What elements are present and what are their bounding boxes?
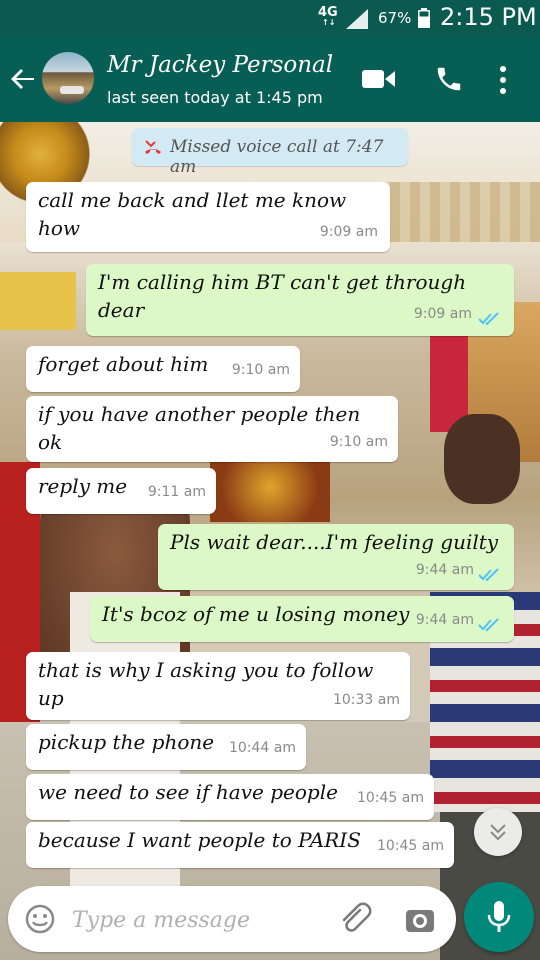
message-bubble-incoming[interactable]: pickup the phone 10:44 am xyxy=(26,724,306,770)
message-text: if you have another people then ok xyxy=(38,402,361,454)
message-text: pickup the phone xyxy=(38,730,215,754)
missed-call-text: Missed voice call at 7:47 am xyxy=(170,137,384,177)
message-text: forget about him xyxy=(38,352,209,376)
message-time: 9:44 am xyxy=(415,562,474,578)
contact-name[interactable]: Mr Jackey Personal xyxy=(107,52,333,78)
message-bubble-outgoing[interactable]: It's bcoz of me u losing money 9:44 am xyxy=(90,596,514,642)
message-bubble-incoming[interactable]: reply me 9:11 am xyxy=(26,468,216,514)
contact-avatar[interactable] xyxy=(42,52,94,104)
message-time: 10:44 am xyxy=(228,740,296,756)
message-bubble-incoming[interactable]: because I want people to PARIS 10:45 am xyxy=(26,822,454,868)
message-bubble-incoming[interactable]: if you have another people then ok 9:10 … xyxy=(26,396,398,462)
message-time: 9:44 am xyxy=(415,612,474,628)
read-ticks-icon xyxy=(478,568,499,582)
message-bubble-incoming[interactable]: we need to see if have people 10:45 am xyxy=(26,774,434,820)
mic-button[interactable] xyxy=(464,882,534,952)
message-text: Pls wait dear....I'm feeling guilty xyxy=(170,530,499,554)
chat-header: Mr Jackey Personal last seen today at 1:… xyxy=(0,38,540,122)
signal-icon xyxy=(346,9,368,29)
more-options-icon[interactable] xyxy=(496,64,510,96)
message-input[interactable] xyxy=(70,900,324,940)
attach-icon[interactable] xyxy=(336,900,372,936)
read-ticks-icon xyxy=(478,312,499,326)
message-time: 9:10 am xyxy=(231,362,290,378)
missed-call-notice: Missed voice call at 7:47 am xyxy=(132,128,408,177)
message-time: 10:45 am xyxy=(376,838,444,854)
camera-icon[interactable] xyxy=(404,904,436,936)
message-text: call me back and llet me know how xyxy=(38,188,347,240)
message-text: It's bcoz of me u losing money xyxy=(102,602,410,626)
message-text: that is why I asking you to follow up xyxy=(38,658,374,710)
message-text: reply me xyxy=(38,474,128,498)
video-call-icon[interactable] xyxy=(362,66,396,92)
message-time: 9:09 am xyxy=(413,306,472,322)
message-time: 9:10 am xyxy=(329,434,388,450)
message-time: 10:45 am xyxy=(356,790,424,806)
message-text: we need to see if have people xyxy=(38,780,338,804)
battery-percent: 67% xyxy=(378,9,412,27)
message-composer xyxy=(8,886,456,952)
double-chevron-down-icon xyxy=(490,824,506,841)
message-time: 9:11 am xyxy=(147,484,206,500)
message-text: because I want people to PARIS xyxy=(38,828,361,852)
message-bubble-incoming[interactable]: forget about him 9:10 am xyxy=(26,346,300,392)
message-bubble-outgoing[interactable]: Pls wait dear....I'm feeling guilty 9:44… xyxy=(158,524,514,590)
network-indicator: 4G ↑↓ xyxy=(318,5,338,27)
message-time: 10:33 am xyxy=(332,692,400,708)
scroll-to-bottom-button[interactable] xyxy=(474,808,522,856)
message-bubble-incoming[interactable]: call me back and llet me know how 9:09 a… xyxy=(26,182,390,252)
last-seen-status: last seen today at 1:45 pm xyxy=(107,88,323,107)
read-ticks-icon xyxy=(478,618,499,632)
message-time: 9:09 am xyxy=(319,224,378,240)
mic-icon xyxy=(487,901,511,932)
emoji-icon[interactable] xyxy=(24,903,56,935)
message-bubble-incoming[interactable]: that is why I asking you to follow up 10… xyxy=(26,652,410,720)
status-bar: 4G ↑↓ 67% 2:15 PM xyxy=(0,0,540,38)
message-text: I'm calling him BT can't get through dea… xyxy=(98,270,467,322)
phone-call-icon[interactable] xyxy=(434,64,464,94)
status-clock: 2:15 PM xyxy=(440,3,537,31)
message-bubble-outgoing[interactable]: I'm calling him BT can't get through dea… xyxy=(86,264,514,336)
battery-icon xyxy=(418,8,430,28)
back-arrow-icon[interactable] xyxy=(10,66,36,92)
missed-call-icon xyxy=(145,140,161,154)
